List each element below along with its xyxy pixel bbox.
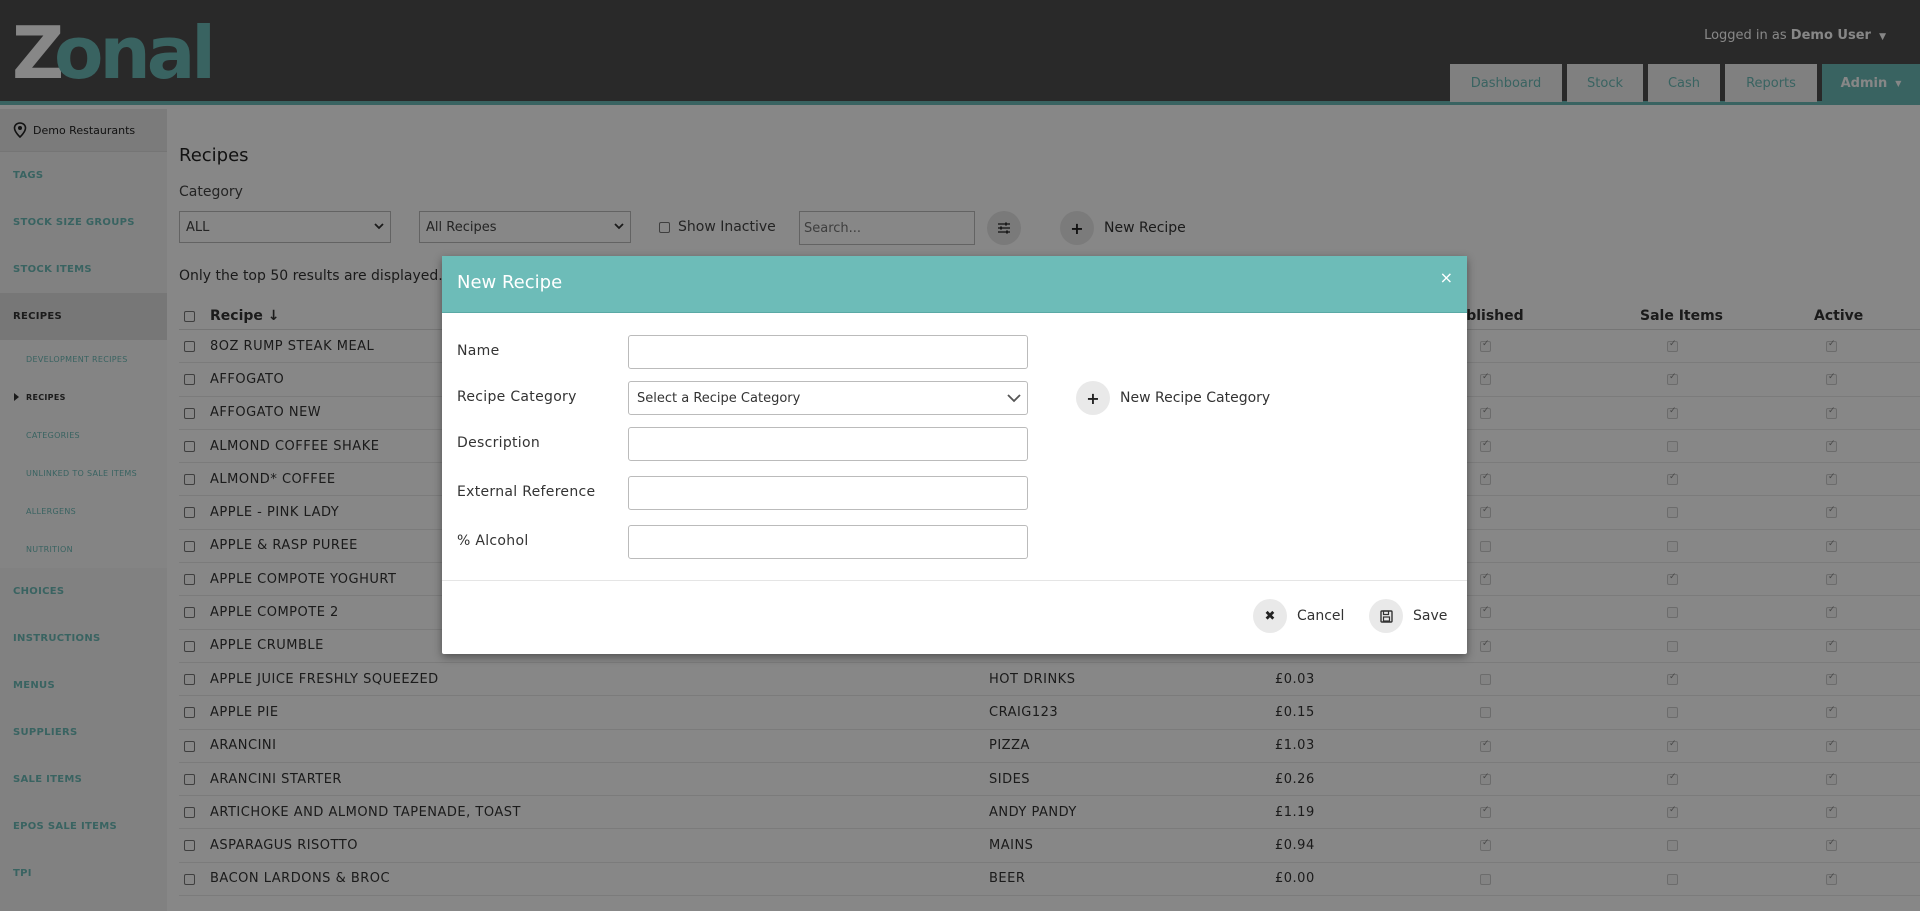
name-row: Name (457, 335, 1457, 369)
recipe-category-select[interactable]: Select a Recipe Category (628, 381, 1028, 415)
description-row: Description (457, 427, 1457, 461)
description-input[interactable] (628, 427, 1028, 461)
save-label: Save (1413, 608, 1448, 624)
cancel-label: Cancel (1297, 608, 1345, 624)
cancel-button[interactable]: ✖ Cancel (1253, 599, 1344, 633)
alcohol-row: % Alcohol (457, 525, 1457, 559)
name-input[interactable] (628, 335, 1028, 369)
new-recipe-modal: New Recipe × Name Recipe Category Select… (442, 256, 1467, 654)
recipe-category-placeholder: Select a Recipe Category (637, 390, 801, 406)
external-reference-input[interactable] (628, 476, 1028, 510)
recipe-category-label: Recipe Category (457, 389, 577, 405)
save-button[interactable]: Save (1369, 599, 1447, 633)
plus-icon: + (1076, 381, 1110, 415)
modal-header: New Recipe × (442, 256, 1467, 313)
new-recipe-category-button[interactable]: + New Recipe Category (1076, 381, 1270, 415)
name-label: Name (457, 343, 500, 359)
modal-title: New Recipe (457, 272, 563, 293)
external-reference-label: External Reference (457, 484, 596, 500)
floppy-disk-icon (1369, 599, 1403, 633)
alcohol-input[interactable] (628, 525, 1028, 559)
chevron-down-icon (1007, 394, 1021, 403)
alcohol-label: % Alcohol (457, 533, 529, 549)
close-icon[interactable]: × (1440, 268, 1453, 287)
recipe-category-row: Recipe Category Select a Recipe Category… (457, 381, 1457, 415)
close-icon: ✖ (1253, 599, 1287, 633)
new-recipe-category-label: New Recipe Category (1120, 390, 1271, 406)
external-reference-row: External Reference (457, 476, 1457, 510)
description-label: Description (457, 435, 541, 451)
modal-footer: ✖ Cancel Save (442, 580, 1467, 654)
